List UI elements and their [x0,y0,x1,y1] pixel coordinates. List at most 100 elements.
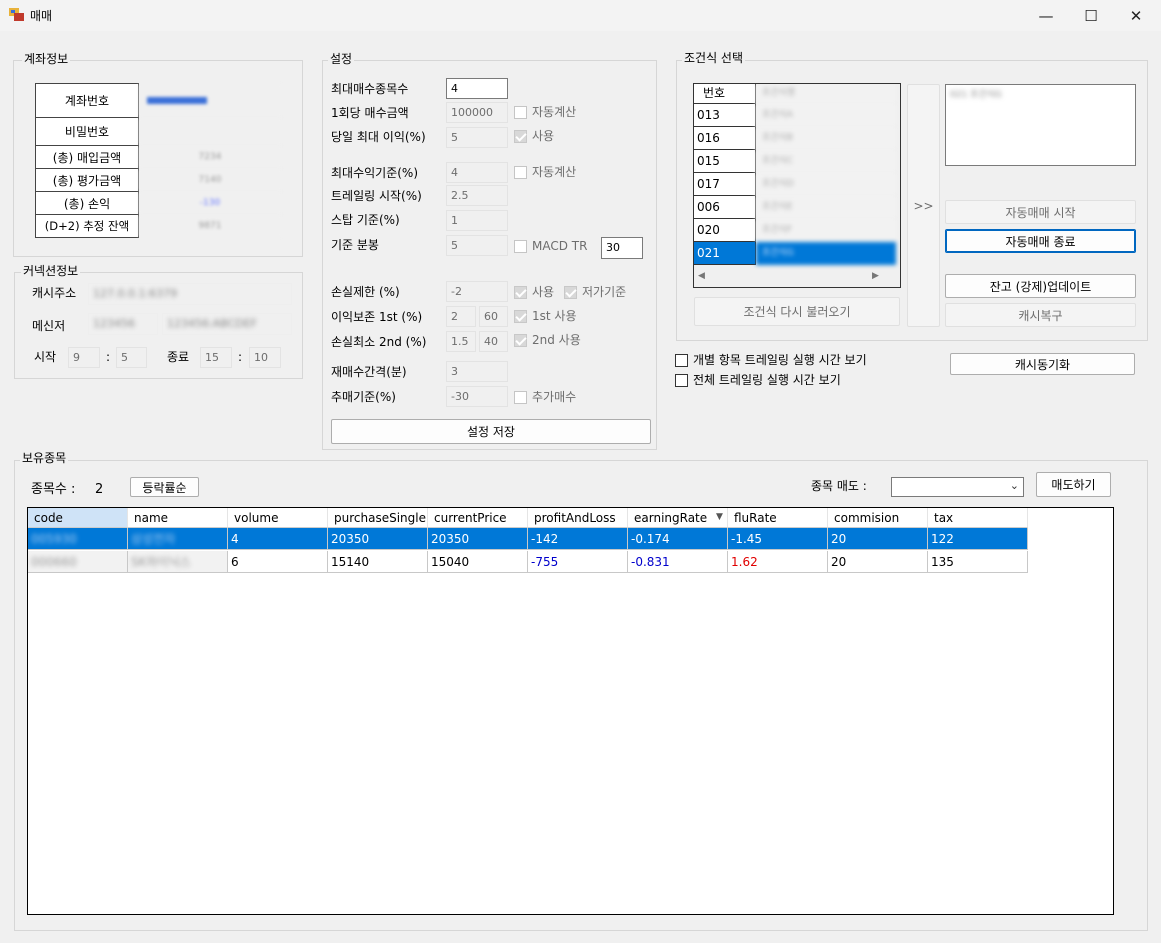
condition-header-no[interactable]: 번호 [694,84,756,104]
daily-max-profit-input[interactable]: 5 [446,127,508,148]
use-checkbox-2[interactable] [514,286,527,299]
macd-checkbox[interactable] [514,240,527,253]
reload-conditions-button[interactable]: 조건식 다시 불러오기 [694,297,900,326]
column-header-currentPrice[interactable]: currentPrice [428,508,528,528]
end-minute-field[interactable]: 10 [249,347,281,368]
first-use-checkbox[interactable] [514,310,527,323]
cell-fluRate[interactable]: -1.45 [728,528,828,550]
add-buy-input[interactable]: -30 [446,386,508,407]
auto-trade-stop-button[interactable]: 자동매매 종료 [945,229,1136,253]
macd-input[interactable]: 30 [601,237,643,259]
close-button[interactable]: ✕ [1113,0,1159,31]
maximize-button[interactable]: ☐ [1068,0,1114,31]
cell-code[interactable]: 005930 [28,528,128,550]
auto-trade-start-button[interactable]: 자동매매 시작 [945,200,1136,224]
auto-calc-checkbox-1[interactable] [514,106,527,119]
condition-row-no[interactable]: 016 [694,127,756,150]
messenger-field-2[interactable]: 123456:ABCDEF [162,313,292,335]
condition-row-no[interactable]: 006 [694,196,756,219]
cache-restore-button[interactable]: 캐시복구 [945,303,1136,327]
column-header-purchaseSingle[interactable]: purchaseSingle [328,508,428,528]
cell-purchaseSingle[interactable]: 20350 [328,528,428,550]
balance-update-button[interactable]: 잔고 (강제)업데이트 [945,274,1136,298]
selected-condition-box[interactable]: 021 조건식G [945,84,1136,166]
cell-profitAndLoss[interactable]: -755 [528,551,628,573]
cell-name[interactable]: SK하이닉스 [128,551,228,573]
column-header-profitAndLoss[interactable]: profitAndLoss [528,508,628,528]
add-buy-checkbox[interactable] [514,391,527,404]
cell-earningRate[interactable]: -0.831 [628,551,728,573]
loss-limit-input[interactable]: -2 [446,281,508,302]
scroll-left-icon[interactable]: ◀ [698,271,705,281]
cell-currentPrice[interactable]: 15040 [428,551,528,573]
condition-row-name[interactable]: 조건식A [756,104,896,127]
cell-purchaseSingle[interactable]: 15140 [328,551,428,573]
cell-earningRate[interactable]: -0.174 [628,528,728,550]
cell-code[interactable]: 000660 [28,551,128,573]
max-profit-input[interactable]: 4 [446,162,508,183]
end-hour-field[interactable]: 15 [200,347,232,368]
password-value[interactable] [139,118,281,145]
condition-row-no[interactable]: 017 [694,173,756,196]
condition-row-name[interactable]: 조건식C [756,150,896,173]
cell-name[interactable]: 삼성전자 [128,528,228,550]
condition-header-name[interactable]: 조건식명 [756,84,896,104]
messenger-field-1[interactable]: 123456 [88,313,158,335]
view-all-trailing-checkbox[interactable] [675,374,688,387]
start-hour-field[interactable]: 9 [68,347,100,368]
column-header-volume[interactable]: volume [228,508,328,528]
condition-row-no[interactable]: 013 [694,104,756,127]
column-header-fluRate[interactable]: fluRate [728,508,828,528]
use-checkbox-1[interactable] [514,130,527,143]
rebuy-interval-input[interactable]: 3 [446,361,508,382]
sort-by-rate-button[interactable]: 등락률순 [130,477,199,497]
minimize-button[interactable]: — [1023,0,1069,31]
start-minute-field[interactable]: 5 [116,347,147,368]
cell-tax[interactable]: 135 [928,551,1028,573]
loss-min-input-a[interactable]: 1.5 [446,331,476,352]
account-number-value[interactable] [139,84,281,117]
cell-commision[interactable]: 20 [828,551,928,573]
condition-row-name[interactable]: 조건식G [756,242,896,265]
move-condition-button[interactable]: >> [907,84,940,327]
second-use-checkbox[interactable] [514,334,527,347]
column-header-tax[interactable]: tax [928,508,1028,528]
cell-commision[interactable]: 20 [828,528,928,550]
stop-input[interactable]: 1 [446,210,508,231]
view-each-trailing-checkbox[interactable] [675,354,688,367]
cell-volume[interactable]: 4 [228,528,328,550]
low-base-checkbox[interactable] [564,286,577,299]
sell-button[interactable]: 매도하기 [1036,472,1111,497]
base-minute-input[interactable]: 5 [446,235,508,256]
auto-calc-checkbox-2[interactable] [514,166,527,179]
condition-row-no[interactable]: 015 [694,150,756,173]
column-header-earningRate[interactable]: earningRate [628,508,728,528]
condition-grid[interactable]: 번호 조건식명 013 조건식A 016 조건식B 015 조건식C 017 조건식D 006 조… [693,83,901,288]
condition-row-no[interactable]: 020 [694,219,756,242]
column-header-commision[interactable]: commision [828,508,928,528]
cache-sync-button[interactable]: 캐시동기화 [950,353,1135,375]
condition-row-no[interactable]: 021 [694,242,756,265]
holdings-grid[interactable]: code name volume purchaseSingle currentPrice… [27,507,1114,915]
max-buy-count-input[interactable]: 4 [446,78,508,99]
trailing-start-input[interactable]: 2.5 [446,185,508,206]
save-settings-button[interactable]: 설정 저장 [331,419,651,444]
profit-keep-input-a[interactable]: 2 [446,306,476,327]
cell-tax[interactable]: 122 [928,528,1028,550]
cache-address-field[interactable]: 127.0.0.1:6379 [88,283,292,305]
condition-row-name[interactable]: 조건식D [756,173,896,196]
sell-stock-select[interactable]: ⌄ [891,477,1024,497]
cell-fluRate[interactable]: 1.62 [728,551,828,573]
cell-volume[interactable]: 6 [228,551,328,573]
condition-hscrollbar[interactable]: ◀ ▶ [694,270,900,287]
cell-profitAndLoss[interactable]: -142 [528,528,628,550]
column-header-name[interactable]: name [128,508,228,528]
profit-keep-input-b[interactable]: 60 [479,306,508,327]
loss-min-input-b[interactable]: 40 [479,331,508,352]
scroll-right-icon[interactable]: ▶ [872,271,879,281]
condition-row-name[interactable]: 조건식F [756,219,896,242]
buy-amount-input[interactable]: 100000 [446,102,508,123]
cell-currentPrice[interactable]: 20350 [428,528,528,550]
condition-row-name[interactable]: 조건식E [756,196,896,219]
condition-row-name[interactable]: 조건식B [756,127,896,150]
